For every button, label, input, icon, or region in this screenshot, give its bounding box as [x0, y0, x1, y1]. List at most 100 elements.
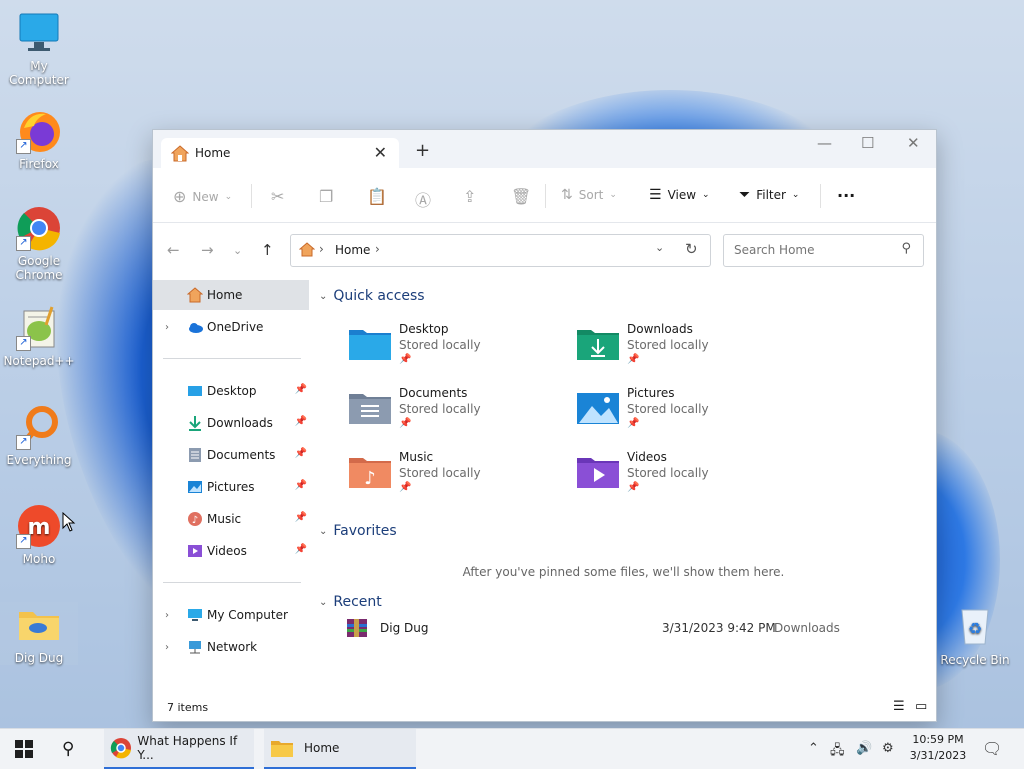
sidebar-item-documents[interactable]: Documents 📌: [153, 440, 309, 470]
sidebar-item-home[interactable]: Home: [153, 280, 309, 310]
quick-access-item[interactable]: Documents Stored locally 📌: [349, 386, 559, 446]
sidebar-item-videos[interactable]: Videos 📌: [153, 536, 309, 566]
taskbar-app-label: What Happens If Y...: [137, 734, 238, 762]
tiles-view-icon[interactable]: ▭: [915, 699, 927, 714]
new-button[interactable]: ⊕ New ⌄: [173, 187, 232, 206]
download-arrow-icon: [189, 416, 201, 431]
desktop-icon-recycle-bin[interactable]: ♻ Recycle Bin: [936, 604, 1014, 667]
desktop-icon-firefox[interactable]: ↗ Firefox: [0, 108, 78, 171]
pin-icon: 📌: [399, 418, 412, 429]
chevron-down-icon: ⌄: [791, 190, 800, 200]
notifications-icon[interactable]: 🗨: [982, 739, 1002, 758]
quick-access-item[interactable]: ♪ Music Stored locally 📌: [349, 450, 559, 510]
sidebar-item-label: Network: [207, 640, 258, 654]
cut-icon[interactable]: ✂: [271, 187, 284, 206]
search-box[interactable]: ⚲: [723, 234, 924, 267]
volume-icon[interactable]: 🔊: [856, 741, 872, 756]
desktop-icon-dig-dug[interactable]: Dig Dug: [0, 602, 78, 665]
quick-access-item[interactable]: Desktop Stored locally 📌: [349, 322, 559, 382]
rename-icon[interactable]: Ⓐ: [415, 187, 431, 211]
quick-access-item[interactable]: Pictures Stored locally 📌: [577, 386, 787, 446]
address-bar[interactable]: › Home › ⌄ ↻: [290, 234, 711, 267]
pin-icon[interactable]: 📌: [295, 512, 307, 523]
recent-file-row[interactable]: Dig Dug 3/31/2023 9:42 PM Downloads: [346, 618, 866, 640]
sidebar-item-onedrive[interactable]: › OneDrive: [153, 312, 309, 342]
sidebar-item-desktop[interactable]: Desktop 📌: [153, 376, 309, 406]
close-tab-icon[interactable]: ✕: [374, 143, 387, 162]
desktop-folder-icon: [188, 386, 202, 396]
expand-chevron-icon[interactable]: ›: [165, 322, 169, 333]
search-input[interactable]: [732, 242, 896, 258]
favorites-header[interactable]: ⌄ Favorites: [319, 523, 397, 539]
system-clock[interactable]: 10:59 PM 3/31/2023: [906, 732, 970, 764]
settings-gear-icon[interactable]: ⚙: [882, 741, 894, 756]
copy-icon[interactable]: ❐: [319, 187, 333, 206]
sort-button[interactable]: ⇅ Sort ⌄: [561, 187, 617, 203]
forward-arrow-icon[interactable]: →: [201, 241, 214, 259]
search-icon[interactable]: ⚲: [62, 729, 74, 769]
quick-access-item[interactable]: Videos Stored locally 📌: [577, 450, 787, 510]
close-window-icon[interactable]: ✕: [907, 134, 920, 152]
chrome-icon: [110, 738, 131, 759]
taskbar-app-explorer[interactable]: Home: [264, 729, 416, 769]
more-options-button[interactable]: ...: [837, 182, 855, 201]
sidebar-item-my-computer[interactable]: › My Computer: [153, 600, 309, 630]
chevron-down-icon: ⌄: [224, 191, 233, 202]
show-hidden-icons-chevron[interactable]: ⌃: [808, 741, 819, 756]
desktop-icon-label: Google Chrome: [15, 254, 63, 282]
quick-access-header[interactable]: ⌄ Quick access: [319, 288, 425, 304]
desktop-icon-everything[interactable]: ↗ Everything: [0, 404, 78, 467]
expand-chevron-icon[interactable]: ›: [165, 610, 169, 621]
minimize-icon[interactable]: —: [817, 134, 832, 152]
up-arrow-icon[interactable]: ↑: [261, 241, 274, 259]
sidebar-item-network[interactable]: › Network: [153, 632, 309, 662]
sidebar-item-music[interactable]: ♪ Music 📌: [153, 504, 309, 534]
sidebar-item-pictures[interactable]: Pictures 📌: [153, 472, 309, 502]
taskbar-app-chrome[interactable]: What Happens If Y...: [104, 729, 254, 769]
collapse-chevron-icon[interactable]: ⌄: [319, 597, 327, 608]
sidebar-divider: [163, 358, 301, 359]
pin-icon[interactable]: 📌: [295, 480, 307, 491]
address-history-chevron-icon[interactable]: ⌄: [655, 241, 664, 254]
item-name: Documents: [399, 386, 468, 400]
sort-icon: ⇅: [561, 187, 573, 203]
desktop-icon-my-computer[interactable]: My Computer: [0, 10, 78, 87]
paste-icon[interactable]: 📋: [367, 187, 387, 206]
expand-chevron-icon[interactable]: ›: [165, 642, 169, 653]
sidebar-item-downloads[interactable]: Downloads 📌: [153, 408, 309, 438]
share-icon[interactable]: ⇪: [463, 187, 476, 206]
recent-header[interactable]: ⌄ Recent: [319, 594, 382, 610]
title-bar: Home ✕ + — ☐ ✕: [153, 130, 936, 168]
music-icon: ♪: [188, 512, 202, 526]
details-view-icon[interactable]: ☰: [893, 699, 905, 714]
delete-icon[interactable]: 🗑: [511, 187, 531, 206]
pin-icon[interactable]: 📌: [295, 384, 307, 395]
search-icon[interactable]: ⚲: [901, 241, 911, 256]
filter-button[interactable]: ⏷ Filter ⌄: [739, 187, 799, 203]
network-tray-icon[interactable]: 🖧: [830, 741, 845, 763]
view-button[interactable]: ☰ View ⌄: [649, 187, 710, 203]
notepadpp-icon: ↗: [16, 305, 62, 351]
breadcrumb-home[interactable]: Home: [335, 243, 370, 257]
new-tab-button[interactable]: +: [415, 140, 430, 161]
sidebar-item-label: Music: [207, 512, 242, 526]
quick-access-item[interactable]: Downloads Stored locally 📌: [577, 322, 787, 382]
desktop-icon-notepadpp[interactable]: ↗ Notepad++: [0, 305, 78, 368]
back-arrow-icon[interactable]: ←: [167, 241, 180, 259]
home-icon: [187, 287, 203, 303]
pin-icon[interactable]: 📌: [295, 448, 307, 459]
refresh-icon[interactable]: ↻: [685, 240, 698, 258]
pin-icon[interactable]: 📌: [295, 416, 307, 427]
pin-icon[interactable]: 📌: [295, 544, 307, 555]
collapse-chevron-icon[interactable]: ⌄: [319, 291, 327, 302]
start-button[interactable]: [14, 729, 34, 769]
desktop-icon-chrome[interactable]: ↗ Google Chrome: [0, 205, 78, 282]
toolbar-divider: [820, 184, 821, 208]
recent-locations-chevron-icon[interactable]: ⌄: [233, 244, 242, 257]
collapse-chevron-icon[interactable]: ⌄: [319, 526, 327, 537]
maximize-icon[interactable]: ☐: [861, 134, 874, 152]
tab-home[interactable]: Home ✕: [161, 138, 399, 168]
chrome-icon: ↗: [16, 205, 62, 251]
item-status: Stored locally: [627, 338, 709, 352]
new-label: New: [192, 189, 219, 204]
